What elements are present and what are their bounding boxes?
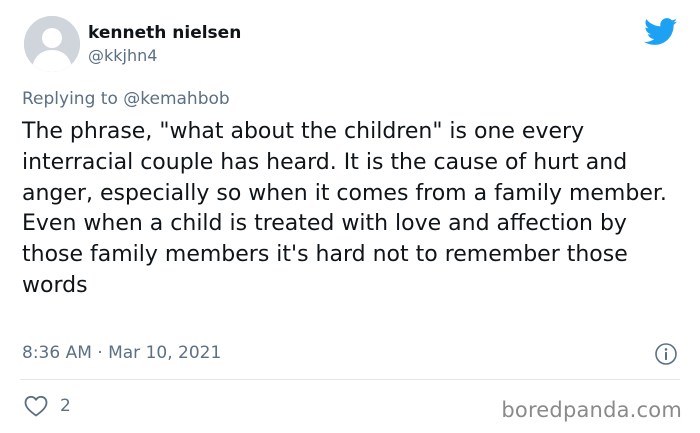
author-handle[interactable]: @kkjhn4 — [88, 45, 241, 67]
divider — [20, 379, 680, 380]
boredpanda-watermark: boredpanda.com — [501, 398, 682, 422]
replying-to: Replying to @kemahbob — [22, 87, 230, 111]
replying-to-prefix: Replying to — [22, 89, 118, 109]
tweet-card: kenneth nielsen @kkjhn4 Replying to @kem… — [0, 0, 700, 433]
like-count: 2 — [60, 396, 71, 416]
default-profile-icon — [24, 16, 80, 72]
heart-icon[interactable] — [24, 395, 48, 417]
author-block: kenneth nielsen @kkjhn4 — [88, 22, 241, 67]
author-display-name[interactable]: kenneth nielsen — [88, 22, 241, 44]
twitter-bird-icon[interactable] — [644, 18, 678, 46]
tweet-text: The phrase, "what about the children" is… — [22, 117, 682, 302]
avatar[interactable] — [24, 16, 80, 72]
tweet-paragraph: Even when a child is treated with love a… — [22, 211, 628, 298]
tweet-paragraph: The phrase, "what about the children" is… — [22, 119, 667, 206]
info-icon[interactable] — [654, 342, 678, 366]
tweet-timestamp[interactable]: 8:36 AM · Mar 10, 2021 — [22, 342, 221, 364]
reply-mention-link[interactable]: @kemahbob — [123, 89, 229, 109]
